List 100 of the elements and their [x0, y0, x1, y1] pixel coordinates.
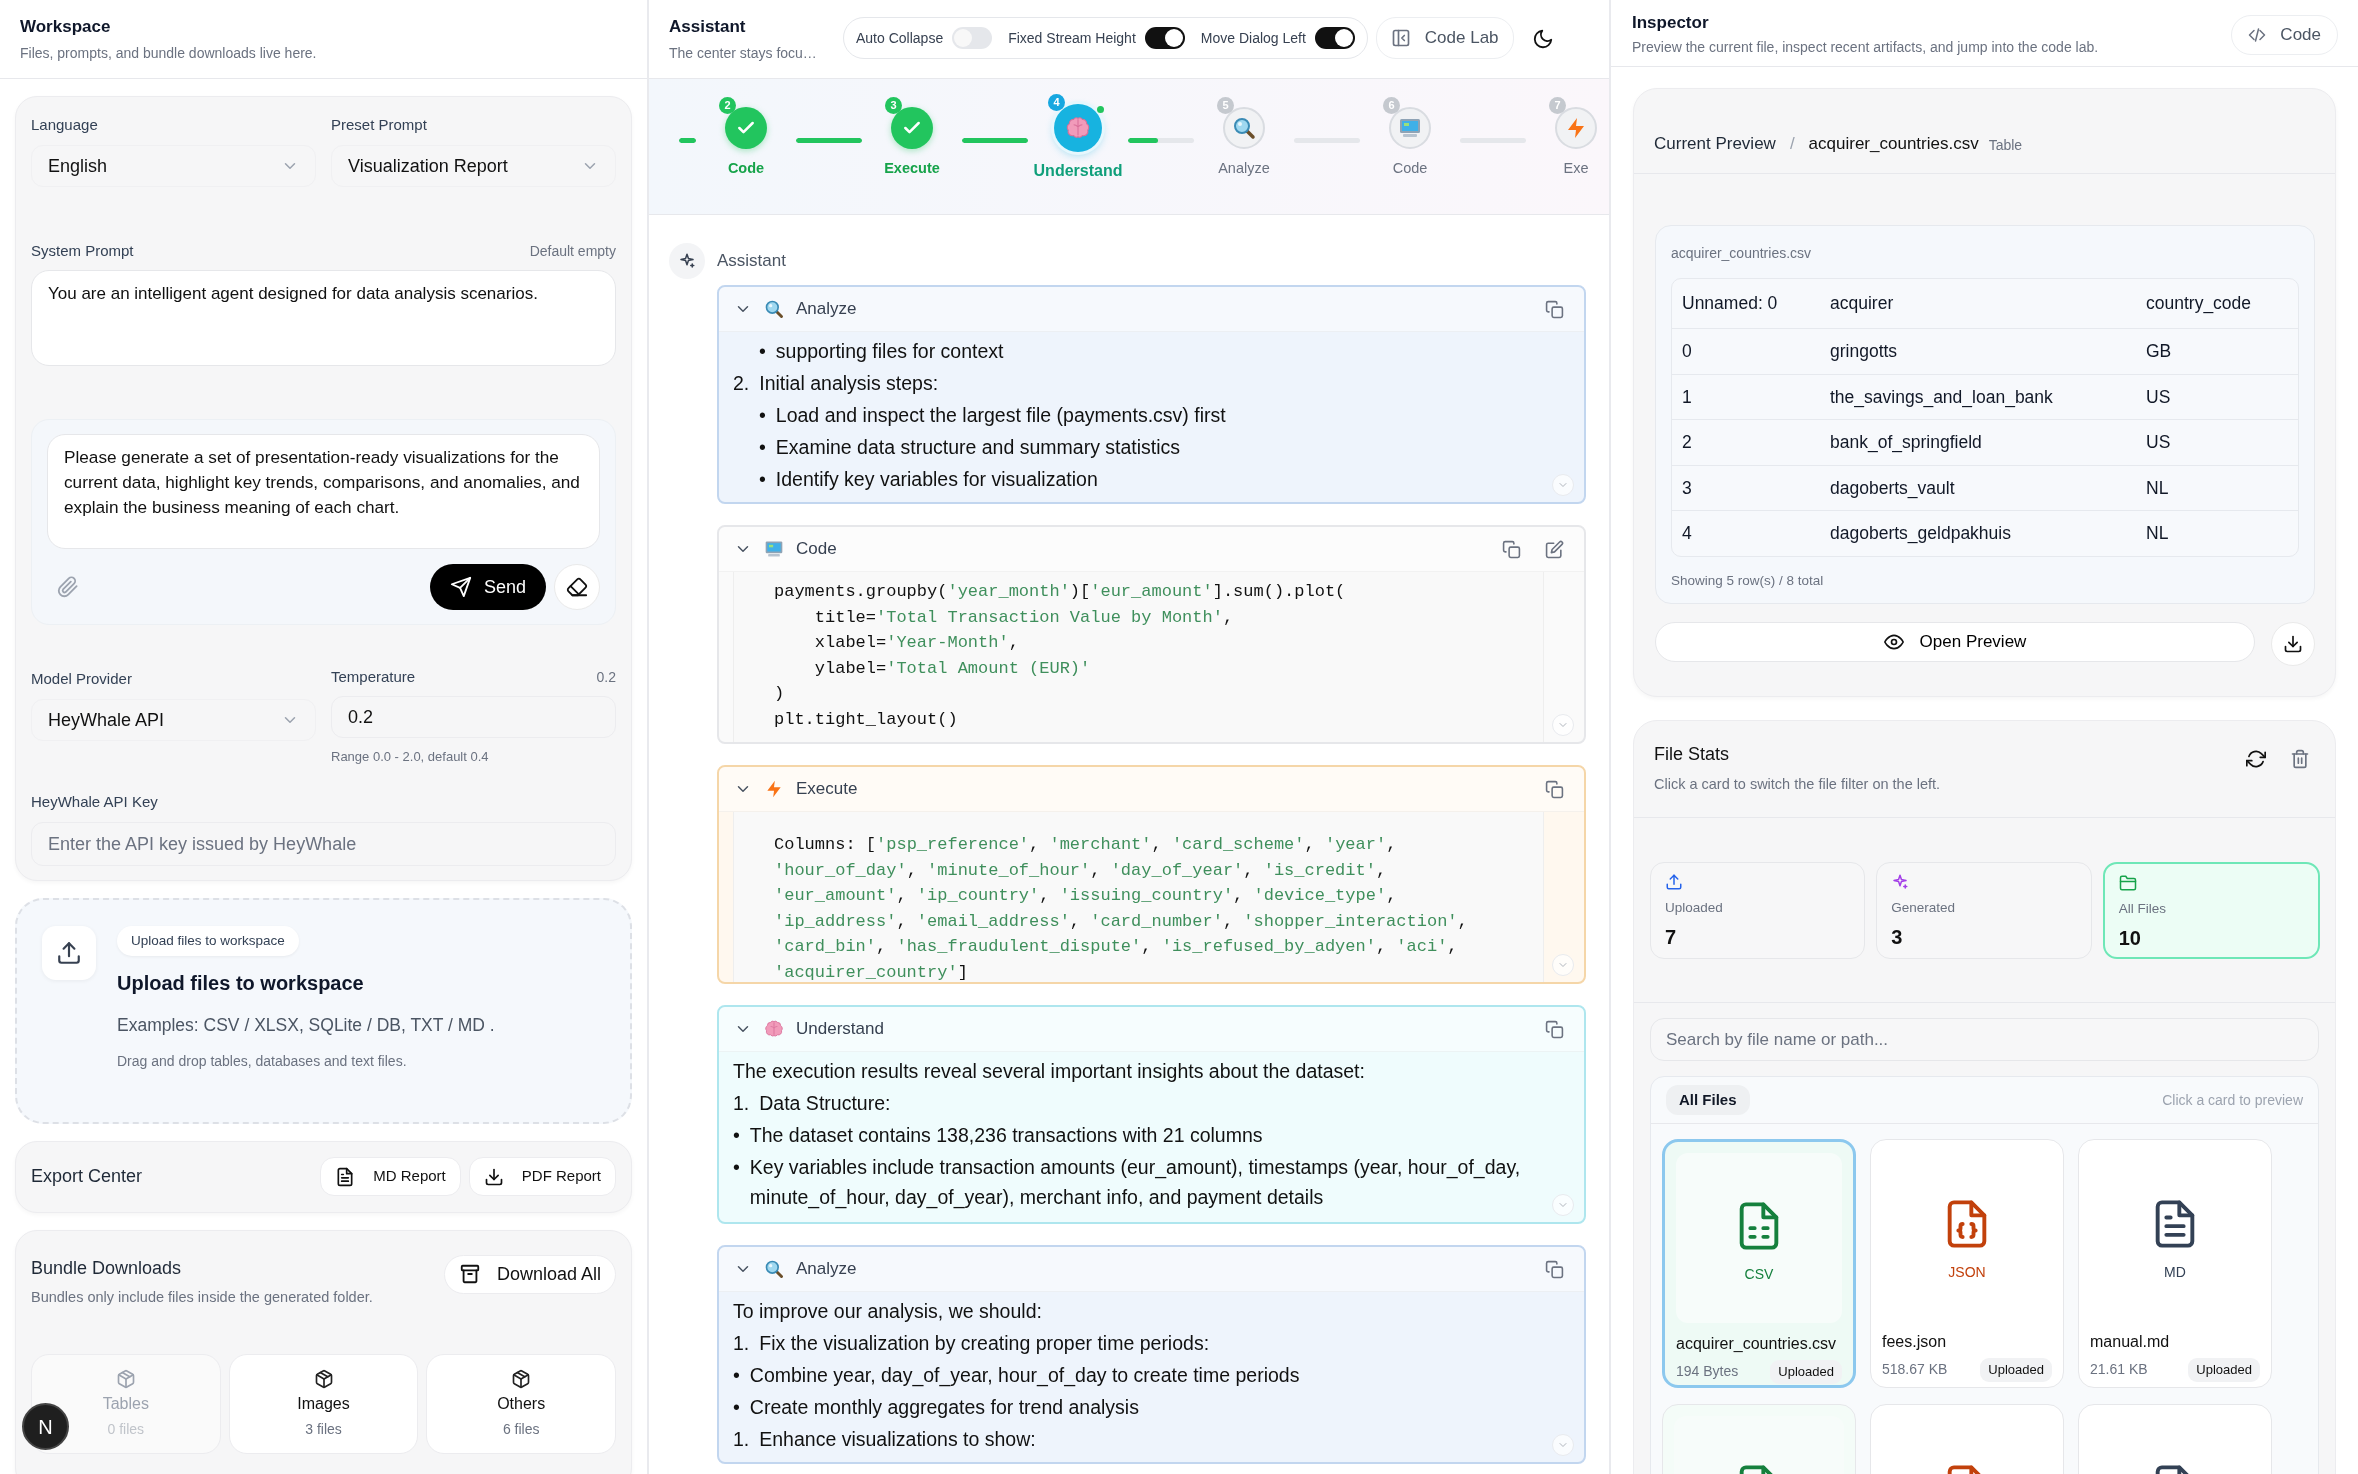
step-label[interactable]: Exe	[1563, 159, 1589, 177]
column-header: country_code	[2146, 292, 2253, 316]
export-button[interactable]: PDF Report	[468, 1157, 616, 1196]
system-prompt-field[interactable]: You are an intelligent agent designed for data analysis scenarios.	[31, 270, 616, 366]
breadcrumb-link[interactable]: Current Preview	[1654, 130, 1776, 156]
upload-title: Upload files to workspace	[117, 972, 364, 995]
stat-card[interactable]: Generated 3	[1876, 862, 2092, 959]
stat-card[interactable]: Uploaded 7	[1650, 862, 1866, 959]
step-title: Code	[796, 538, 837, 561]
preset-select[interactable]: Visualization Report	[331, 145, 616, 187]
scroll-down-button[interactable]	[1552, 474, 1574, 496]
filter-chip[interactable]: All Files	[1666, 1084, 1750, 1116]
download-all-button[interactable]: Download All	[443, 1254, 616, 1294]
code-line: )	[774, 683, 786, 706]
scroll-down-button[interactable]	[1552, 954, 1574, 976]
field-label: Language	[31, 115, 98, 135]
file-card[interactable]: MD manual.md 21.61 KB Uploaded	[2078, 1139, 2272, 1388]
section-title: File Stats	[1654, 744, 1730, 764]
copy-icon	[1545, 779, 1564, 799]
language-select[interactable]: English	[31, 145, 316, 187]
package-icon	[511, 1368, 532, 1389]
step-indicator[interactable]	[1223, 107, 1265, 149]
upload-dropzone[interactable]: Upload files to workspace Upload files to workspace Examples: CSV / XLSX, SQLite / DB, TXT / MD . Drag and drop tables, databases and text files.	[15, 898, 632, 1124]
refresh-icon	[2246, 749, 2266, 769]
step-number-badge: 5	[1217, 97, 1234, 114]
text-line: • Key variables include transaction amounts (eur_amount), timestamps (year, hour_of_day, minute_of_hour, day_of_year), merchant info, and payment details	[733, 1155, 1522, 1211]
step-number-badge: 4	[1048, 94, 1065, 111]
scroll-down-button[interactable]	[1552, 714, 1574, 736]
prompt-field[interactable]: Please generate a set of presentation-ready visualizations for the current data, highlight key trends, comparisons, and anomalies, and explain the business meaning of each chart.	[47, 434, 600, 549]
monitor-icon	[1398, 116, 1422, 140]
column-header: acquirer	[1830, 292, 1895, 316]
table-cell-text: NL	[2146, 522, 2170, 546]
hint-text: Click a card to preview	[2162, 1090, 2303, 1110]
breadcrumb-separator: /	[1789, 132, 1795, 155]
step-indicator[interactable]	[1389, 107, 1431, 149]
package-icon	[115, 1368, 136, 1389]
download-button[interactable]	[2271, 621, 2315, 666]
panel-subtitle: The center stays focu…	[669, 45, 817, 61]
scroll-down-button[interactable]	[1552, 1194, 1574, 1216]
code-lab-button[interactable]: Code Lab	[1375, 17, 1514, 59]
send-button[interactable]: Send	[429, 564, 546, 610]
panel-title: Assistant	[669, 16, 747, 38]
code-line: 'ip_address', 'email_address', 'card_number', 'shopper_interaction',	[774, 910, 1469, 933]
clear-button[interactable]	[554, 564, 600, 610]
file-name: acquirer_countries.csv	[1808, 132, 1979, 155]
text-line: To improve our analysis, we should:	[733, 1299, 1043, 1324]
table-cell-text: NL	[2146, 476, 2170, 500]
api-key-field[interactable]: Enter the API key issued by HeyWhale	[31, 822, 616, 866]
copy-icon	[1545, 299, 1564, 319]
step-label[interactable]: Code	[1392, 159, 1428, 177]
step-label[interactable]: Analyze	[1218, 159, 1270, 177]
field-label: Preset Prompt	[331, 115, 427, 135]
magnifier-icon	[764, 299, 784, 319]
file-card[interactable]: JSON fees.json 518.67 KB Uploaded	[1870, 1139, 2064, 1388]
table-cell-text: 2	[1682, 431, 1693, 455]
step-title: Analyze	[796, 1258, 857, 1281]
document-icon	[335, 1166, 356, 1187]
copy-icon	[1545, 1259, 1564, 1279]
table-footer: Showing 5 row(s) / 8 total	[1671, 572, 1824, 588]
progress-bar	[1128, 138, 1194, 143]
search-field[interactable]: Search by file name or path...	[1650, 1018, 2319, 1061]
step-indicator[interactable]	[1054, 104, 1102, 152]
step-indicator[interactable]	[1555, 107, 1597, 149]
step-number-badge: 2	[719, 97, 736, 114]
toggle-switch[interactable]: Move Dialog Left	[1200, 27, 1355, 49]
step-indicator[interactable]	[891, 107, 933, 149]
file-card[interactable]: CSV acquirer_countries.csv 194 Bytes Uploaded	[1662, 1139, 1856, 1388]
temperature-field[interactable]: 0.2	[331, 696, 616, 738]
status-dot	[1097, 106, 1104, 113]
text-line: 1. Fix the visualization by creating proper time periods:	[733, 1331, 1211, 1356]
text-line: 1. Data Structure:	[733, 1091, 892, 1116]
field-label: Model Provider	[31, 669, 132, 689]
upload-chip: Upload files to workspace	[117, 926, 299, 957]
open-preview-button[interactable]: Open Preview	[1655, 621, 2255, 662]
text-line: • supporting files for context	[759, 339, 1005, 364]
stat-card[interactable]: All Files 10	[2102, 862, 2320, 959]
archive-icon	[458, 1263, 481, 1285]
bundle-card[interactable]: Others 6 files	[426, 1354, 616, 1455]
step-title: Understand	[796, 1018, 884, 1041]
provider-select[interactable]: HeyWhale API	[31, 699, 316, 741]
toggle-switch[interactable]: Fixed Stream Height	[1008, 27, 1185, 49]
step-indicator[interactable]	[725, 107, 767, 149]
step-number-badge: 6	[1383, 97, 1400, 114]
moon-icon	[1531, 28, 1554, 50]
text-line: • Examine data structure and summary statistics	[759, 435, 1182, 460]
section-subtitle: Bundles only include files inside the generated folder.	[31, 1288, 373, 1305]
table-caption: acquirer_countries.csv	[1671, 245, 1812, 261]
code-button[interactable]: Code	[2231, 15, 2338, 55]
sidebar-icon	[1390, 28, 1411, 48]
code-icon	[2248, 26, 2267, 44]
table-cell-text: bank_of_springfield	[1830, 431, 1983, 455]
step-title: Analyze	[796, 298, 857, 321]
export-button[interactable]: MD Report	[320, 1157, 461, 1196]
text-line: • Identify key variables for visualization	[759, 467, 1099, 492]
section-title: Export Center	[31, 1165, 143, 1188]
field-label: Temperature	[331, 667, 416, 687]
scroll-down-button[interactable]	[1552, 1434, 1574, 1456]
toggle-switch[interactable]: Auto Collapse	[856, 27, 993, 49]
bundle-card[interactable]: Images 3 files	[228, 1354, 419, 1455]
table-cell-text: dagoberts_geldpakhuis	[1830, 522, 2012, 546]
